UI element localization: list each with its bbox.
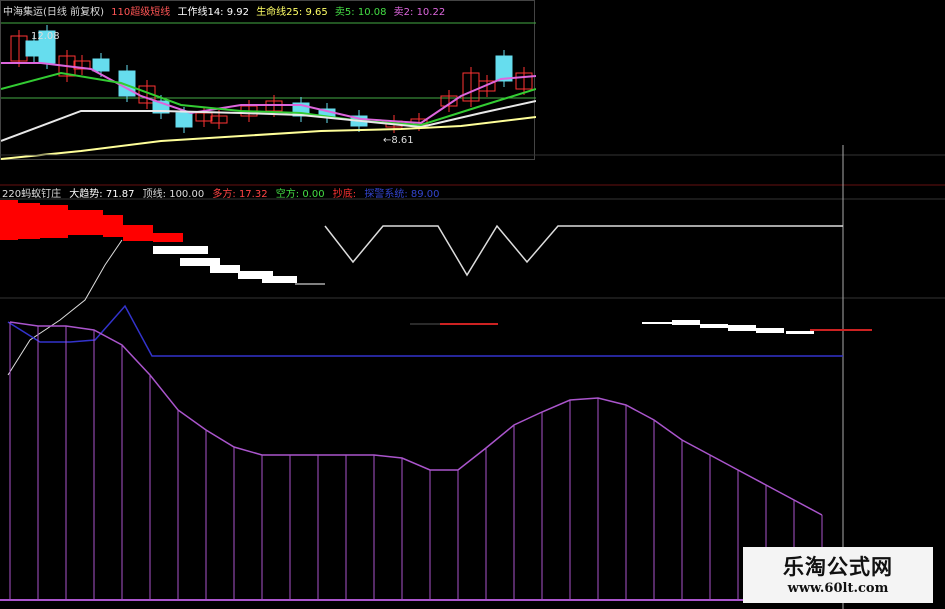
red-block xyxy=(40,205,68,238)
white-block xyxy=(756,328,784,333)
red-block xyxy=(103,215,123,237)
white-block xyxy=(210,265,240,273)
red-block xyxy=(18,203,40,239)
white-block xyxy=(672,320,700,325)
white-block xyxy=(180,258,220,266)
white-block xyxy=(786,331,814,334)
bottom-fish-label: 抄底: xyxy=(332,189,357,200)
indicator-header: 220蚂蚁钉庄 大趋势: 71.87 顶线: 100.00 多方: 17.32 … xyxy=(2,185,445,200)
zigzag-line xyxy=(324,224,843,277)
short-value: 空方: 0.00 xyxy=(275,189,325,200)
watermark: 乐淘公式网 www.60lt.com xyxy=(743,547,933,603)
watermark-url: www.60lt.com xyxy=(787,581,889,596)
long-value: 多方: 17.32 xyxy=(212,189,268,200)
white-block xyxy=(153,246,208,254)
top-line-value: 顶线: 100.00 xyxy=(142,189,205,200)
indicator-title: 220蚂蚁钉庄 xyxy=(2,189,62,200)
white-block xyxy=(642,322,672,324)
trend-value: 大趋势: 71.87 xyxy=(69,189,135,200)
rising-curve xyxy=(7,239,123,376)
white-block xyxy=(728,325,756,331)
indicator-chart xyxy=(0,145,945,609)
white-block xyxy=(700,324,728,328)
red-block xyxy=(153,233,183,242)
purple-curve xyxy=(9,321,823,516)
red-block xyxy=(68,210,103,235)
red-block xyxy=(0,200,18,240)
watermark-title: 乐淘公式网 xyxy=(783,554,893,579)
blue-step-line xyxy=(7,304,843,357)
white-block xyxy=(262,276,297,283)
red-block xyxy=(123,225,153,241)
system-value: 探警系统: 89.00 xyxy=(364,189,440,200)
